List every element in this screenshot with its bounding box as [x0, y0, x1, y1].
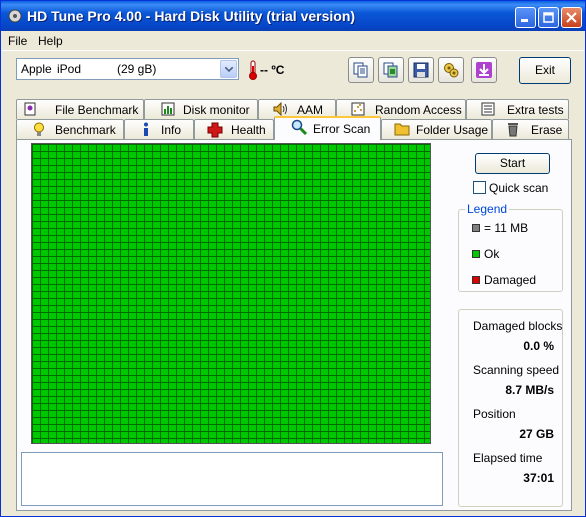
gray-swatch	[472, 224, 480, 232]
tab-label: AAM	[297, 103, 324, 117]
save-icon	[413, 62, 429, 78]
position-label: Position	[473, 407, 516, 421]
thermometer-icon	[248, 60, 258, 83]
copy-text-button[interactable]	[348, 57, 374, 83]
toolbar: Apple iPod (29 gB) -- ºC Exit	[2, 50, 584, 92]
start-button[interactable]: Start	[475, 153, 550, 174]
scanning-speed-value: 8.7 MB/s	[505, 383, 554, 397]
tab-label: Health	[231, 123, 266, 137]
options-button[interactable]	[438, 57, 464, 83]
save-button[interactable]	[408, 57, 434, 83]
window-title: HD Tune Pro 4.00 - Hard Disk Utility (tr…	[27, 8, 356, 24]
legend-group: Legend = 11 MB Ok Damaged	[458, 202, 563, 292]
extra-tests-icon	[481, 102, 495, 119]
scan-block-grid	[31, 143, 431, 444]
maximize-button[interactable]	[538, 7, 559, 28]
menu-bar: File Help	[2, 32, 584, 50]
drive-size: (29 gB)	[117, 62, 157, 76]
lightbulb-icon	[33, 122, 45, 140]
quick-scan-checkbox[interactable]	[473, 181, 486, 194]
red-swatch	[472, 276, 480, 284]
folder-icon	[394, 122, 410, 139]
tab-extra-tests[interactable]: Extra tests	[466, 99, 569, 119]
download-icon	[476, 62, 492, 78]
drive-model: iPod	[57, 62, 82, 76]
tab-label: Extra tests	[507, 103, 564, 117]
damaged-blocks-value: 0.0 %	[523, 339, 554, 353]
elapsed-time-label: Elapsed time	[473, 451, 543, 465]
menu-file[interactable]: File	[8, 34, 27, 48]
tab-folder-usage[interactable]: Folder Usage	[381, 119, 492, 139]
tab-error-scan[interactable]: Error Scan	[274, 116, 381, 140]
scanning-speed-label: Scanning speed	[473, 363, 560, 377]
copy-screenshot-button[interactable]	[378, 57, 404, 83]
elapsed-time-value: 37:01	[523, 471, 554, 485]
info-icon	[141, 122, 151, 140]
copy-screenshot-icon	[383, 62, 398, 78]
download-button[interactable]	[471, 57, 497, 83]
tab-label: Info	[161, 123, 182, 137]
tab-disk-monitor[interactable]: Disk monitor	[144, 99, 258, 119]
exit-button[interactable]: Exit	[519, 57, 571, 84]
legend-label: Damaged	[484, 273, 537, 287]
drive-brand: Apple	[21, 62, 52, 76]
disk-monitor-icon	[161, 102, 175, 119]
legend-label: Ok	[484, 247, 500, 261]
legend-label: = 11 MB	[484, 221, 529, 235]
tab-label: Erase	[531, 123, 563, 137]
close-button[interactable]	[561, 7, 582, 28]
tab-info[interactable]: Info	[124, 119, 194, 139]
menu-help[interactable]: Help	[38, 34, 63, 48]
tab-benchmark[interactable]: Benchmark	[16, 119, 124, 139]
tab-erase[interactable]: Erase	[492, 119, 569, 139]
tab-label: Benchmark	[55, 123, 116, 137]
options-icon	[444, 63, 459, 78]
copy-text-icon	[353, 62, 368, 78]
temperature-readout: -- ºC	[260, 63, 285, 77]
maximize-icon	[543, 12, 554, 23]
damaged-blocks-label: Damaged blocks	[473, 319, 563, 333]
tab-health[interactable]: Health	[194, 119, 274, 139]
legend-title: Legend	[465, 202, 510, 216]
error-scan-panel: Start Quick scan Legend = 11 MB Ok Damag…	[16, 139, 572, 511]
green-swatch	[472, 250, 480, 258]
chevron-down-icon	[225, 67, 233, 72]
minimize-button[interactable]	[515, 7, 536, 28]
tab-label: Error Scan	[313, 122, 371, 136]
tab-label: File Benchmark	[55, 103, 139, 117]
drive-select[interactable]: Apple iPod (29 gB)	[16, 58, 239, 80]
position-value: 27 GB	[519, 427, 554, 441]
quick-scan-label[interactable]: Quick scan	[489, 181, 548, 195]
app-window: HD Tune Pro 4.00 - Hard Disk Utility (tr…	[0, 0, 586, 517]
close-icon	[566, 12, 577, 23]
file-benchmark-icon	[23, 102, 37, 119]
hdtune-app-icon	[8, 9, 22, 23]
minimize-icon	[521, 19, 528, 22]
title-bar[interactable]: HD Tune Pro 4.00 - Hard Disk Utility (tr…	[1, 1, 585, 31]
tab-label: Disk monitor	[183, 103, 250, 117]
trash-icon	[507, 122, 519, 140]
scan-log-box[interactable]	[21, 452, 443, 506]
tab-label: Folder Usage	[416, 123, 489, 137]
scan-stats-group: Damaged blocks 0.0 % Scanning speed 8.7 …	[458, 309, 563, 507]
dropdown-arrow-button[interactable]	[220, 60, 237, 78]
magnifier-icon	[291, 119, 308, 138]
tab-label: Random Access	[375, 103, 462, 117]
tab-file-benchmark[interactable]: File Benchmark	[16, 99, 144, 119]
